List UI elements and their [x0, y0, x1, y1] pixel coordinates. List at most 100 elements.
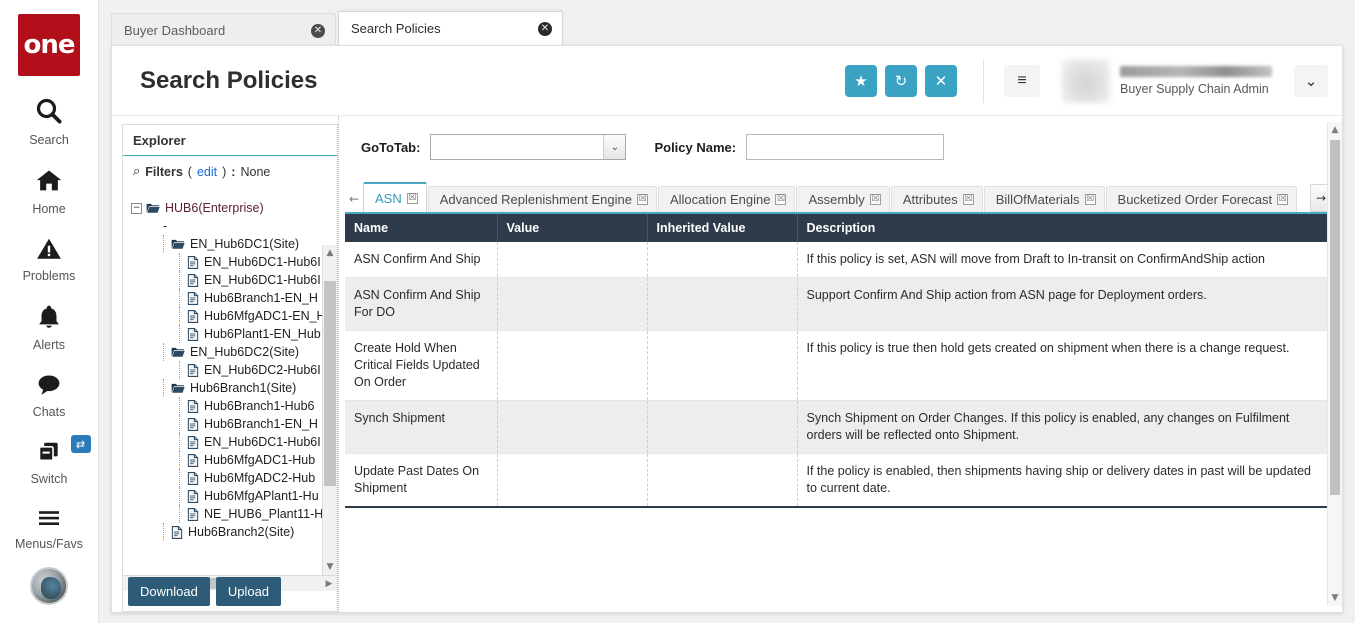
application-window: one Search Home Problems Alerts	[0, 0, 1355, 623]
tree-node[interactable]: EN_Hub6DC2-Hub6I	[123, 361, 337, 379]
user-menu-chevron-down-icon[interactable]: ⌄	[1294, 65, 1328, 97]
favorite-button[interactable]: ★	[845, 65, 877, 97]
rail-item-switch[interactable]: ⇄ Switch	[0, 439, 99, 486]
menu-button[interactable]: ≡	[1004, 65, 1040, 97]
tabs-scroll-left-button[interactable]: ←	[345, 186, 363, 212]
tree-node[interactable]: -	[123, 217, 337, 235]
filters-value: None	[240, 165, 270, 179]
close-icon[interactable]: ☒	[407, 193, 418, 204]
policy-value	[497, 278, 647, 331]
browser-tab-label: Buyer Dashboard	[124, 23, 311, 38]
close-icon[interactable]: ☒	[775, 194, 786, 205]
close-icon[interactable]: ☒	[870, 194, 881, 205]
policy-tab-label: Bucketized Order Forecast	[1118, 192, 1273, 207]
rail-item-menus-favs[interactable]: Menus/Favs	[0, 506, 99, 551]
rail-item-alerts[interactable]: Alerts	[0, 303, 99, 352]
scrollbar-thumb[interactable]	[1330, 140, 1340, 495]
table-row[interactable]: Update Past Dates On ShipmentIf the poli…	[345, 454, 1332, 508]
tree-node[interactable]: Hub6Branch1-Hub6	[123, 397, 337, 415]
user-profile[interactable]: Buyer Supply Chain Admin	[1062, 59, 1272, 103]
header-divider	[983, 59, 984, 103]
policy-tab-advanced-replenishment-engine[interactable]: Advanced Replenishment Engine ☒	[428, 186, 657, 212]
table-column-header[interactable]: Value	[497, 214, 647, 242]
chevron-down-icon[interactable]: ⌄	[603, 135, 625, 159]
refresh-button[interactable]: ↻	[885, 65, 917, 97]
policy-tab-asn[interactable]: ASN☒	[363, 182, 427, 212]
document-icon	[187, 328, 199, 341]
tree-connector	[179, 505, 185, 523]
tree-node[interactable]: Hub6MfgAPlant1-Hu	[123, 487, 337, 505]
browser-tab-buyer-dashboard[interactable]: Buyer Dashboard ✕	[111, 13, 336, 47]
tree-node[interactable]: Hub6MfgADC2-Hub	[123, 469, 337, 487]
policy-tab-allocation-engine[interactable]: Allocation Engine☒	[658, 186, 795, 212]
download-button[interactable]: Download	[128, 577, 210, 606]
tree-connector	[179, 397, 185, 415]
tree-node[interactable]: EN_Hub6DC1-Hub6I	[123, 253, 337, 271]
close-icon[interactable]: ✕	[538, 22, 552, 36]
scroll-down-icon[interactable]: ▼	[323, 559, 337, 575]
rail-item-home[interactable]: Home	[0, 167, 99, 216]
table-row[interactable]: ASN Confirm And Ship For DOSupport Confi…	[345, 278, 1332, 331]
close-icon[interactable]: ☒	[1277, 194, 1288, 205]
tree-node[interactable]: Hub6Branch1-EN_H	[123, 289, 337, 307]
scroll-down-icon[interactable]: ▼	[1328, 590, 1342, 606]
gototab-select[interactable]: ⌄	[430, 134, 626, 160]
assistant-avatar-icon[interactable]	[30, 567, 68, 605]
tree-node[interactable]: EN_Hub6DC1(Site)	[123, 235, 337, 253]
policy-tab-label: BillOfMaterials	[996, 192, 1080, 207]
close-page-button[interactable]: ✕	[925, 65, 957, 97]
tree-node[interactable]: Hub6Plant1-EN_Hub	[123, 325, 337, 343]
switch-badge-icon[interactable]: ⇄	[71, 435, 91, 453]
policies-table-wrapper: NameValueInherited ValueDescription ASN …	[345, 214, 1332, 508]
avatar	[1062, 59, 1110, 103]
tree-node[interactable]: EN_Hub6DC2(Site)	[123, 343, 337, 361]
table-column-header[interactable]: Inherited Value	[647, 214, 797, 242]
policy-name-input[interactable]	[746, 134, 944, 160]
chevron-down-glyph: ⌄	[1305, 72, 1318, 90]
upload-button[interactable]: Upload	[216, 577, 281, 606]
document-icon	[187, 490, 199, 503]
close-icon[interactable]: ☒	[637, 194, 648, 205]
tree-node[interactable]: −HUB6(Enterprise)	[123, 199, 337, 217]
explorer-vertical-scrollbar[interactable]: ▲ ▼	[322, 245, 337, 575]
close-icon[interactable]: ☒	[1085, 194, 1096, 205]
scroll-up-icon[interactable]: ▲	[323, 245, 337, 261]
tree-expander-icon[interactable]: −	[131, 203, 142, 214]
tree-node[interactable]: EN_Hub6DC1-Hub6I	[123, 433, 337, 451]
filters-edit-link[interactable]: edit	[197, 165, 217, 179]
tree-connector	[179, 325, 185, 343]
main-content: GoToTab: ⌄ Policy Name: ←ASN☒Advanced Re…	[338, 116, 1342, 612]
rail-item-chats[interactable]: Chats	[0, 372, 99, 419]
policy-tab-billofmaterials[interactable]: BillOfMaterials ☒	[984, 186, 1105, 212]
scroll-right-icon[interactable]: ▶	[321, 576, 337, 591]
rail-item-search[interactable]: Search	[0, 96, 99, 147]
table-row[interactable]: Create Hold When Critical Fields Updated…	[345, 331, 1332, 401]
table-row[interactable]: Synch ShipmentSynch Shipment on Order Ch…	[345, 401, 1332, 454]
policy-inherited-value	[647, 242, 797, 278]
explorer-panel: Explorer ⌕ Filters (edit): None −HUB6(En…	[122, 124, 338, 612]
tree-node[interactable]: Hub6Branch2(Site)	[123, 523, 337, 541]
tree-node[interactable]: Hub6MfgADC1-EN_H	[123, 307, 337, 325]
rail-item-problems[interactable]: Problems	[0, 236, 99, 283]
close-icon[interactable]: ✕	[311, 24, 325, 38]
tree-node[interactable]: NE_HUB6_Plant11-H	[123, 505, 337, 523]
main-vertical-scrollbar[interactable]: ▲ ▼	[1327, 122, 1342, 606]
close-icon[interactable]: ☒	[963, 194, 974, 205]
tree-node[interactable]: EN_Hub6DC1-Hub6I	[123, 271, 337, 289]
document-icon	[187, 436, 199, 449]
scroll-up-icon[interactable]: ▲	[1328, 122, 1342, 138]
scrollbar-thumb[interactable]	[324, 281, 336, 486]
policy-tab-assembly[interactable]: Assembly☒	[796, 186, 889, 212]
policy-tab-attributes[interactable]: Attributes☒	[891, 186, 983, 212]
table-column-header[interactable]: Name	[345, 214, 497, 242]
browser-tab-search-policies[interactable]: Search Policies ✕	[338, 11, 563, 47]
hamburger-icon: ≡	[1017, 72, 1026, 90]
table-row[interactable]: ASN Confirm And ShipIf this policy is se…	[345, 242, 1332, 278]
policy-name: Synch Shipment	[345, 401, 497, 454]
tree-node[interactable]: Hub6Branch1-EN_H	[123, 415, 337, 433]
policy-tab-label: Advanced Replenishment Engine	[440, 192, 632, 207]
tree-node[interactable]: Hub6MfgADC1-Hub	[123, 451, 337, 469]
policy-tab-bucketized-order-forecast[interactable]: Bucketized Order Forecast ☒	[1106, 186, 1298, 212]
tree-node[interactable]: Hub6Branch1(Site)	[123, 379, 337, 397]
table-column-header[interactable]: Description	[797, 214, 1332, 242]
